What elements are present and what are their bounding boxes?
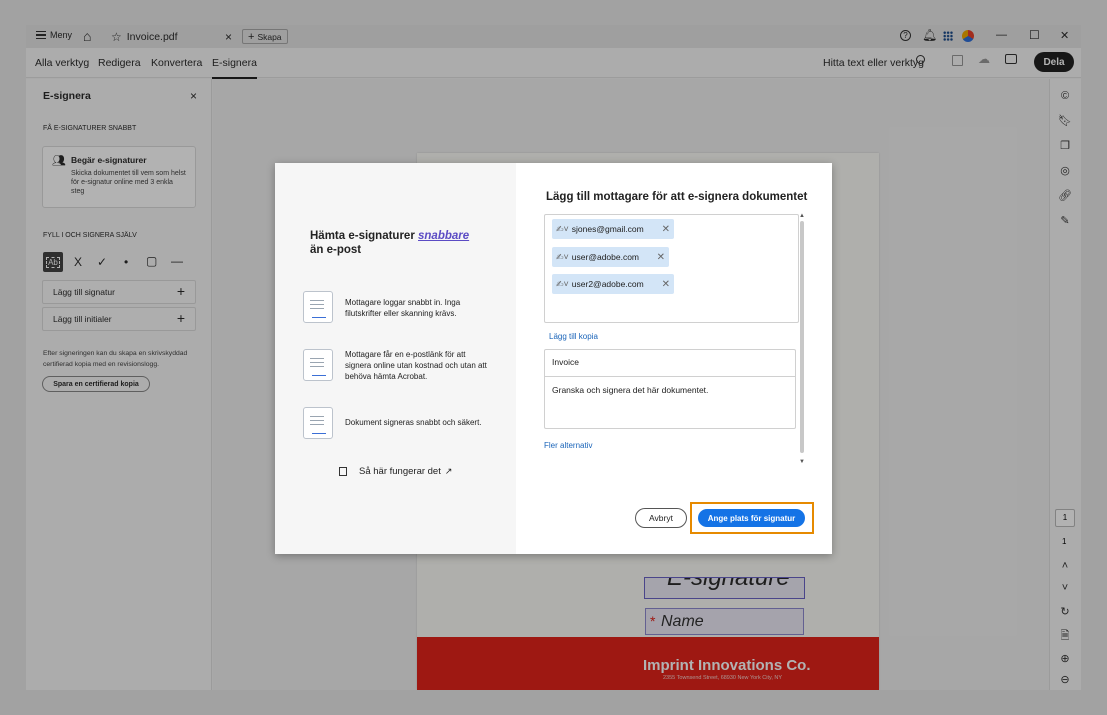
scroll-up-arrow[interactable]: ▲ xyxy=(799,213,805,219)
remove-recipient-icon[interactable]: ✕ xyxy=(662,224,670,235)
cancel-button[interactable]: Avbryt xyxy=(635,508,687,528)
title-part1: Hämta e-signaturer xyxy=(310,230,415,242)
how-it-works-label: Så här fungerar det xyxy=(359,466,441,477)
place-signature-label: Ange plats för signatur xyxy=(707,513,796,523)
recipient-email: sjones@gmail.com xyxy=(571,224,644,234)
title-link[interactable]: snabbare xyxy=(418,230,469,242)
remove-recipient-icon[interactable]: ✕ xyxy=(662,279,670,290)
how-it-works-link[interactable]: Så här fungerar det ↗ xyxy=(339,466,452,477)
dialog-title: Lägg till mottagare för att e-signera do… xyxy=(546,191,808,203)
subject-field[interactable]: Invoice xyxy=(544,349,796,376)
place-signature-button[interactable]: Ange plats för signatur xyxy=(698,509,805,527)
subject-value: Invoice xyxy=(552,357,579,367)
remove-recipient-icon[interactable]: ✕ xyxy=(657,252,665,263)
scrollbar[interactable]: ▲ ▼ xyxy=(799,213,805,470)
dialog-left-title: Hämta e-signaturer snabbare än e-post xyxy=(310,229,500,257)
message-field[interactable]: Granska och signera det här dokumentet. xyxy=(544,376,796,429)
login-doc-icon xyxy=(303,291,333,323)
document-icon xyxy=(339,467,347,476)
scroll-down-arrow[interactable]: ▼ xyxy=(799,459,805,465)
more-options-link[interactable]: Fler alternativ xyxy=(544,441,592,450)
recipient-email: user@adobe.com xyxy=(571,252,640,262)
feature-1: Mottagare loggar snabbt in. Inga filutsk… xyxy=(345,298,461,318)
message-value: Granska och signera det här dokumentet. xyxy=(552,385,709,395)
signer-role-icon[interactable]: ✍︎˅ xyxy=(556,224,569,235)
signer-role-icon[interactable]: ✍︎˅ xyxy=(556,252,569,263)
recipient-email: user2@adobe.com xyxy=(571,279,644,289)
recipient-chip[interactable]: ✍︎˅ user2@adobe.com ✕ xyxy=(552,274,674,294)
primary-highlight: Ange plats för signatur xyxy=(690,502,814,534)
external-link-icon: ↗ xyxy=(444,466,453,476)
recipients-box[interactable]: ✍︎˅ sjones@gmail.com ✕ ✍︎˅ user@adobe.co… xyxy=(544,214,799,323)
recipient-chip[interactable]: ✍︎˅ sjones@gmail.com ✕ xyxy=(552,219,674,239)
secure-doc-icon xyxy=(303,407,333,439)
signer-role-icon[interactable]: ✍︎˅ xyxy=(556,279,569,290)
esign-dialog: Hämta e-signaturer snabbare än e-post Mo… xyxy=(275,163,832,554)
cancel-label: Avbryt xyxy=(649,513,673,523)
add-copy-link[interactable]: Lägg till kopia xyxy=(549,332,598,341)
scrollbar-thumb[interactable] xyxy=(800,221,804,453)
recipient-chip[interactable]: ✍︎˅ user@adobe.com ✕ xyxy=(552,247,669,267)
dialog-info-panel: Hämta e-signaturer snabbare än e-post Mo… xyxy=(275,163,516,554)
title-part2: än e-post xyxy=(310,244,362,256)
dialog-recipients-panel: Lägg till mottagare för att e-signera do… xyxy=(516,163,832,554)
feature-3: Dokument signeras snabbt och säkert. xyxy=(345,418,482,427)
email-link-icon xyxy=(303,349,333,381)
feature-2: Mottagare får en e-postlänk för att sign… xyxy=(345,350,487,381)
